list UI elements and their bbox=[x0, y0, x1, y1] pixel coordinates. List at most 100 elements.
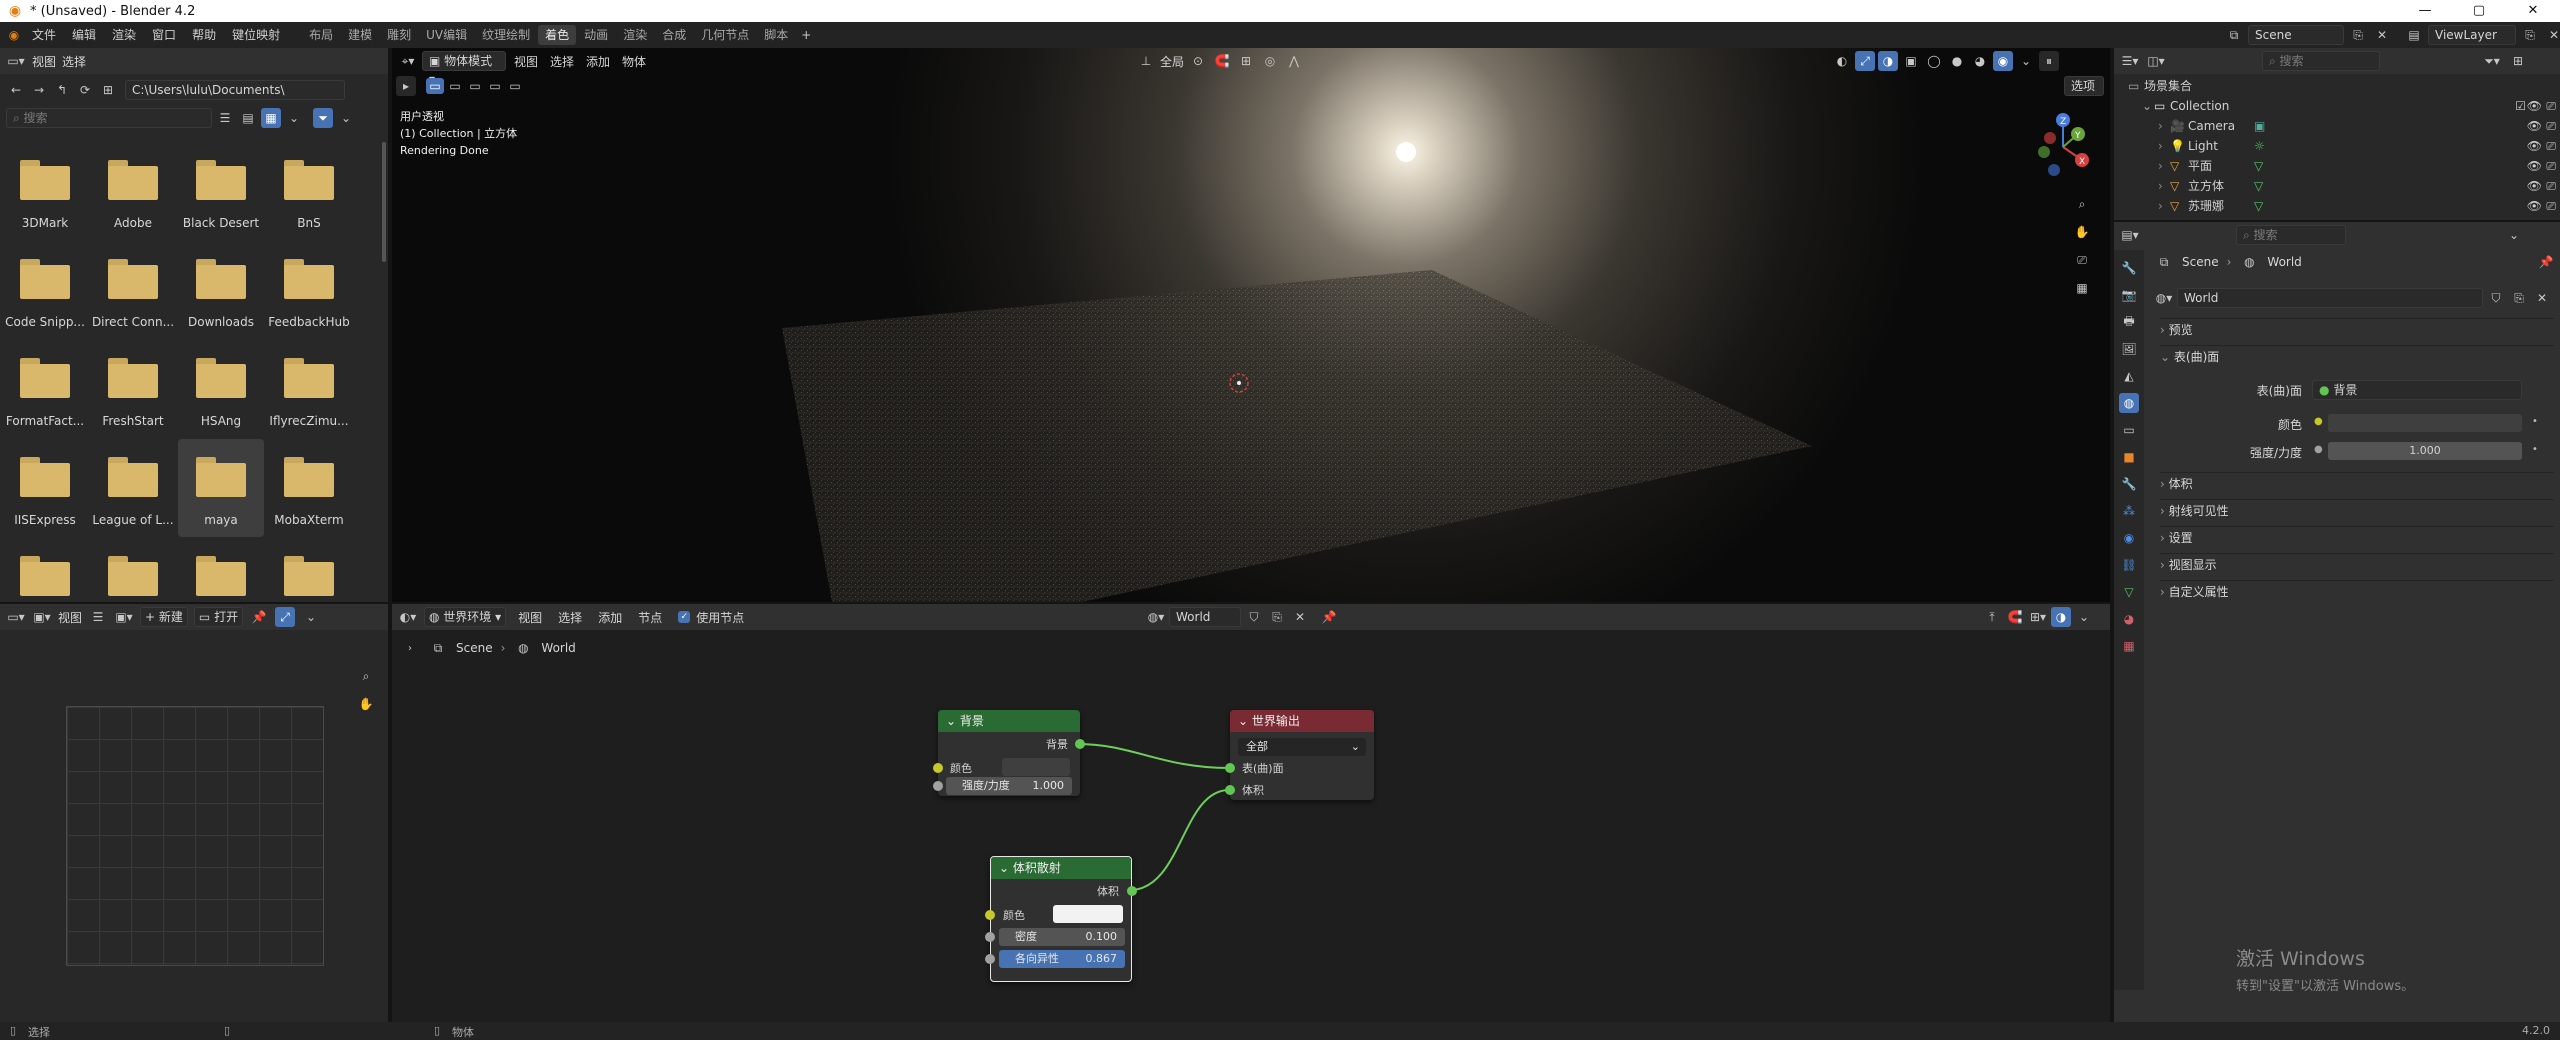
world-tab-icon[interactable]: ◍ bbox=[2119, 393, 2139, 413]
new-folder-icon[interactable]: ⊞ bbox=[98, 80, 118, 100]
viewlayer-selector-icon[interactable]: ▤ bbox=[2404, 25, 2424, 45]
menu-file[interactable]: 文件 bbox=[24, 22, 64, 48]
color-swatch[interactable] bbox=[2328, 414, 2522, 432]
select-mode-invert-icon[interactable]: ▭ bbox=[486, 78, 504, 94]
scatter-density-socket[interactable] bbox=[985, 932, 995, 942]
node-editor-panel[interactable]: ◐▾ ◍ 世界环境 ▾ 视图 选择 添加 节点 ✓ 使用节点 ◍▾ World … bbox=[392, 604, 2110, 1022]
folder-item[interactable]: Adobe bbox=[90, 142, 176, 240]
folder-item[interactable]: FreshStart bbox=[90, 340, 176, 438]
tab-sculpting[interactable]: 雕刻 bbox=[380, 25, 418, 45]
blender-menu-icon[interactable]: ◉ bbox=[4, 25, 24, 45]
minimize-button[interactable]: — bbox=[2398, 0, 2452, 22]
vertical-list-icon[interactable]: ☰ bbox=[215, 108, 235, 128]
scatter-output-socket[interactable] bbox=[1127, 886, 1137, 896]
properties-search-input[interactable]: ⌕ 搜索 bbox=[2236, 225, 2346, 245]
ie-zoom-icon[interactable]: ⌕ bbox=[356, 666, 376, 686]
menu-render[interactable]: 渲染 bbox=[104, 22, 144, 48]
folder-item[interactable]: Code Snipp... bbox=[2, 241, 88, 339]
select-mode-subtract-icon[interactable]: ▭ bbox=[466, 78, 484, 94]
object-data-icon[interactable]: ▽ bbox=[2254, 156, 2263, 176]
outliner-search-input[interactable]: ⌕ 搜索 bbox=[2262, 51, 2380, 71]
editor-type-icon[interactable]: ▭▾ bbox=[6, 51, 26, 71]
data-tab-icon[interactable]: ▽ bbox=[2119, 582, 2139, 602]
toolbar-toggle-icon[interactable]: ▸ bbox=[396, 76, 416, 96]
folder-item[interactable]: 3DMark bbox=[2, 142, 88, 240]
fb-search-input[interactable]: ⌕ 搜索 bbox=[6, 108, 212, 128]
folder-item[interactable]: IflyrecZimu... bbox=[266, 340, 352, 438]
modifier-tab-icon[interactable]: 🔧 bbox=[2119, 474, 2139, 494]
proportional-edit-icon[interactable]: ◎ bbox=[1260, 51, 1280, 71]
menu-window[interactable]: 窗口 bbox=[144, 22, 184, 48]
texture-tab-icon[interactable]: ▦ bbox=[2119, 636, 2139, 656]
object-visibility-icon[interactable]: 👁 bbox=[2527, 156, 2542, 176]
xray-icon[interactable]: ▣ bbox=[1901, 51, 1921, 71]
expand-arrow-icon[interactable]: › bbox=[2158, 116, 2163, 136]
separator-outliner-properties[interactable] bbox=[2114, 220, 2560, 222]
select-mode-new-icon[interactable]: ▭ bbox=[426, 78, 444, 94]
object-data-icon[interactable]: ☼ bbox=[2254, 136, 2265, 156]
properties-editor-type-icon[interactable]: ▤▾ bbox=[2120, 225, 2140, 245]
shading-solid-icon[interactable]: ● bbox=[1947, 51, 1967, 71]
horizontal-list-icon[interactable]: ▤ bbox=[238, 108, 258, 128]
viewlayer-field[interactable]: ViewLayer bbox=[2428, 25, 2516, 45]
shading-options-icon[interactable]: ⌄ bbox=[2016, 51, 2036, 71]
menu-edit[interactable]: 编辑 bbox=[64, 22, 104, 48]
object-visibility-icon[interactable]: 👁 bbox=[2527, 116, 2542, 136]
delete-viewlayer-icon[interactable]: ✕ bbox=[2544, 25, 2560, 45]
background-color-socket[interactable] bbox=[933, 763, 943, 773]
display-mode-icon[interactable]: ◫▾ bbox=[2146, 51, 2166, 71]
object-visibility-icon[interactable]: 👁 bbox=[2527, 136, 2542, 156]
fb-menu-select[interactable]: 选择 bbox=[62, 53, 86, 70]
outliner-row-object[interactable]: › ▽ 立方体 ▽ 👁 ⎚ bbox=[2114, 176, 2560, 196]
background-color-swatch[interactable] bbox=[1002, 758, 1070, 776]
back-arrow-icon[interactable]: ← bbox=[6, 80, 26, 100]
folder-item[interactable]: MobaXterm bbox=[266, 439, 352, 537]
object-mode-dropdown[interactable]: ▣ 物体模式 ▾ bbox=[422, 51, 506, 86]
separator-horizontal[interactable] bbox=[0, 602, 2110, 604]
strength-keyframe-icon[interactable]: • bbox=[2532, 444, 2538, 455]
object-data-icon[interactable]: ▽ bbox=[2254, 196, 2263, 216]
outliner-row-collection[interactable]: ⌄ ▭ Collection ☑ 👁 ⎚ bbox=[2114, 96, 2560, 116]
tab-layout[interactable]: 布局 bbox=[302, 25, 340, 45]
vp-editor-type-icon[interactable]: ⌖▾ bbox=[398, 51, 418, 71]
folder-item[interactable]: maya bbox=[178, 439, 264, 537]
vp-menu-object[interactable]: 物体 bbox=[622, 53, 646, 70]
navigation-gizmo[interactable]: Z X Y bbox=[2026, 110, 2100, 184]
section-surface[interactable]: ⌄ 表(曲)面 bbox=[2160, 345, 2554, 367]
collection-render-icon[interactable]: ⎚ bbox=[2546, 96, 2556, 116]
volume-scatter-node-header[interactable]: ⌄ 体积散射 bbox=[991, 857, 1131, 879]
outliner-filter-icon[interactable]: ⏷▾ bbox=[2482, 51, 2502, 71]
scatter-color-socket[interactable] bbox=[985, 910, 995, 920]
output-tab-icon[interactable]: 🖶 bbox=[2119, 312, 2139, 332]
new-image-button[interactable]: + 新建 bbox=[140, 607, 188, 627]
collection-exclude-checkbox[interactable]: ☑ bbox=[2515, 96, 2526, 116]
shading-wire-icon[interactable]: ◯ bbox=[1924, 51, 1944, 71]
collection-expand-icon[interactable]: ⌄ bbox=[2142, 96, 2152, 116]
material-tab-icon[interactable]: ◕ bbox=[2119, 609, 2139, 629]
add-workspace-icon[interactable]: + bbox=[796, 25, 816, 45]
fb-scrollbar[interactable] bbox=[382, 142, 386, 262]
menu-keymap[interactable]: 键位映射 bbox=[224, 22, 288, 48]
snap-target-icon[interactable]: ⊞ bbox=[1236, 51, 1256, 71]
refresh-icon[interactable]: ⟳ bbox=[75, 80, 95, 100]
folder-item[interactable]: Direct Conn... bbox=[90, 241, 176, 339]
object-render-icon[interactable]: ⎚ bbox=[2546, 156, 2556, 176]
constraints-tab-icon[interactable]: ⛓ bbox=[2119, 555, 2139, 575]
folder-item[interactable]: Black Desert bbox=[178, 142, 264, 240]
scatter-density-field[interactable]: 密度 0.100 bbox=[999, 928, 1125, 946]
scene-field[interactable]: Scene bbox=[2248, 25, 2344, 45]
volume-input-socket[interactable] bbox=[1225, 785, 1235, 795]
collection-tab-icon[interactable]: ▭ bbox=[2119, 420, 2139, 440]
object-visibility-icon[interactable]: 👁 bbox=[2527, 196, 2542, 216]
maximize-button[interactable]: ▢ bbox=[2452, 0, 2506, 22]
tab-shading[interactable]: 着色 bbox=[538, 25, 577, 45]
ie-pan-hand-icon[interactable]: ✋ bbox=[356, 694, 376, 714]
collection-visibility-icon[interactable]: 👁 bbox=[2527, 96, 2542, 116]
props-world-field[interactable]: World bbox=[2177, 288, 2483, 308]
section-viewport-display[interactable]: › 视图显示 bbox=[2160, 553, 2554, 575]
falloff-icon[interactable]: ⋀ bbox=[1284, 51, 1304, 71]
background-node[interactable]: ⌄ 背景 背景 颜色 强度/力度 1.000 bbox=[933, 710, 1085, 796]
folder-item[interactable]: Downloads bbox=[178, 241, 264, 339]
ie-image-browse-icon[interactable]: ▣▾ bbox=[114, 607, 134, 627]
object-visibility-icon[interactable]: 👁 bbox=[2527, 176, 2542, 196]
